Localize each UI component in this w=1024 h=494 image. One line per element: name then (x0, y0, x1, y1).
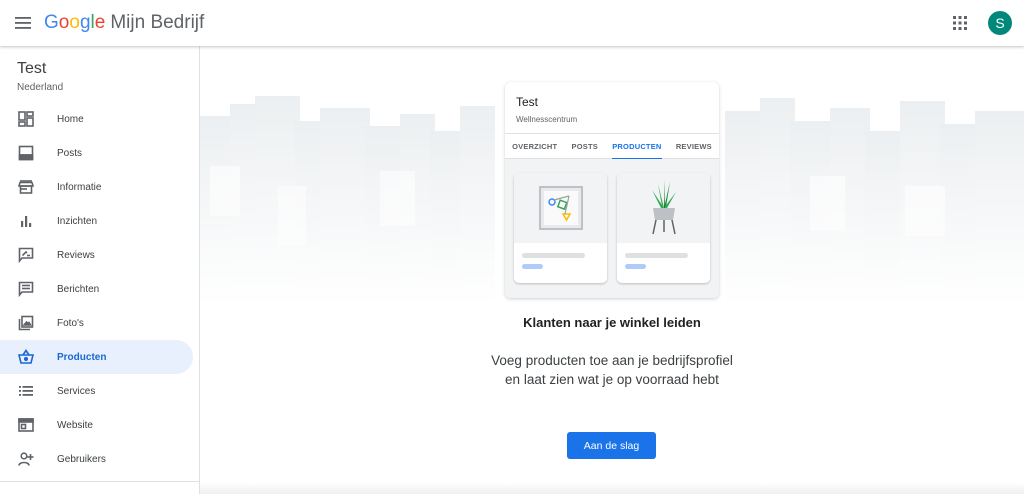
sidebar-item-label: Inzichten (57, 215, 98, 227)
reviews-icon (17, 246, 35, 264)
product-tile-plant (617, 173, 710, 283)
logo-letter: o (69, 12, 80, 33)
sidebar-item-gebruikers[interactable]: Gebruikers (0, 442, 193, 476)
basket-icon (17, 348, 35, 366)
photo-icon (17, 314, 35, 332)
google-logo: Google (44, 12, 105, 34)
preview-tab-reviews: REVIEWS (675, 141, 712, 151)
list-icon (17, 382, 35, 400)
sidebar-item-informatie[interactable]: Informatie (0, 170, 193, 204)
product-tile-art (514, 173, 607, 283)
framed-art-illustration (538, 186, 583, 230)
main-content: Test Wellnesscentrum OVERZICHT POSTS PRO… (200, 46, 1024, 494)
sidebar-item-services[interactable]: Services (0, 374, 193, 408)
sidebar-item-producten[interactable]: Producten (0, 340, 193, 374)
footer-shadow (200, 482, 1024, 494)
message-icon (17, 280, 35, 298)
posts-icon (17, 144, 35, 162)
sidebar-item-berichten[interactable]: Berichten (0, 272, 193, 306)
business-country: Nederland (17, 82, 64, 93)
logo-letter: G (44, 12, 59, 33)
preview-tab-overzicht: OVERZICHT (512, 141, 558, 151)
preview-business-name: Test (516, 95, 539, 109)
dashboard-icon (17, 110, 35, 128)
apps-grid-icon (953, 16, 967, 30)
sidebar-item-label: Reviews (57, 249, 95, 261)
sidebar-divider (0, 481, 199, 482)
sidebar-item-label: Services (57, 385, 96, 397)
sidebar-item-label: Home (57, 113, 84, 125)
sidebar-item-label: Foto's (57, 317, 84, 329)
logo-letter: g (79, 12, 91, 33)
app-header: Google Mijn Bedrijf S (0, 0, 1024, 46)
preview-tabs: OVERZICHT POSTS PRODUCTEN REVIEWS (505, 133, 719, 160)
business-name: Test (17, 60, 47, 77)
sidebar-item-home[interactable]: Home (0, 102, 193, 136)
sidebar-item-label: Berichten (57, 283, 100, 295)
sidebar-item-inzichten[interactable]: Inzichten (0, 204, 193, 238)
product-name: Mijn Bedrijf (110, 12, 205, 33)
storefront-icon (17, 178, 35, 196)
sidebar-item-fotos[interactable]: Foto's (0, 306, 193, 340)
potted-plant-illustration (651, 180, 676, 235)
website-icon (17, 416, 35, 434)
apps-launcher-button[interactable] (942, 5, 978, 41)
account-avatar[interactable]: S (988, 11, 1012, 35)
product-logo[interactable]: Google Mijn Bedrijf (44, 12, 204, 34)
bar-chart-icon (17, 212, 35, 230)
preview-product-grid (505, 159, 719, 298)
main-menu-button[interactable] (0, 0, 46, 46)
preview-tab-posts: POSTS (571, 141, 598, 151)
preview-tab-producten: PRODUCTEN (612, 133, 662, 160)
sidebar-item-label: Producten (57, 351, 107, 363)
add-user-icon (17, 450, 35, 468)
empty-state-description: Voeg producten toe aan je bedrijfsprofie… (491, 353, 733, 387)
sidebar-nav: Home Posts Informatie Inzichten Reviews … (0, 102, 199, 476)
sidebar-item-posts[interactable]: Posts (0, 136, 193, 170)
sidebar-item-label: Gebruikers (57, 453, 106, 465)
hamburger-menu-icon (15, 17, 31, 29)
empty-state-headline: Klanten naar je winkel leiden (523, 315, 701, 330)
get-started-button[interactable]: Aan de slag (567, 432, 656, 459)
logo-letter: e (94, 12, 106, 33)
sidebar: Test Nederland Home Posts Informatie Inz… (0, 46, 200, 494)
business-profile-preview-card: Test Wellnesscentrum OVERZICHT POSTS PRO… (505, 82, 719, 298)
sidebar-item-label: Posts (57, 147, 83, 159)
preview-business-category: Wellnesscentrum (516, 115, 578, 124)
sidebar-item-label: Informatie (57, 181, 102, 193)
sidebar-item-reviews[interactable]: Reviews (0, 238, 193, 272)
sidebar-item-website[interactable]: Website (0, 408, 193, 442)
sidebar-item-label: Website (57, 419, 93, 431)
logo-letter: o (58, 12, 70, 33)
